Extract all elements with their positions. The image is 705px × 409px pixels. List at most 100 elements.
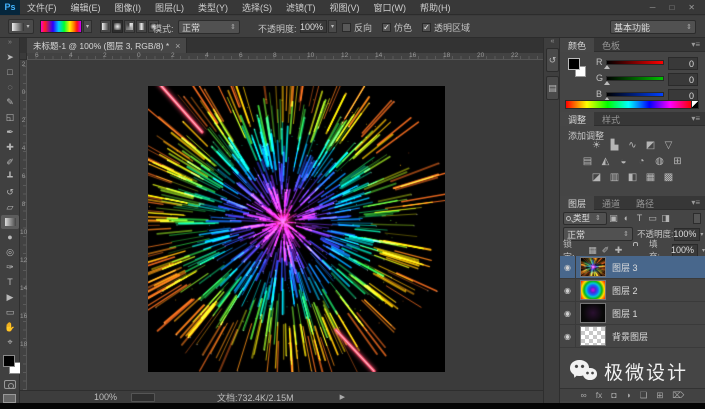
filter-smart-objects-icon[interactable]: ◨ bbox=[659, 213, 672, 224]
layer-row[interactable]: ◉图层 2 bbox=[560, 279, 705, 302]
layer-row[interactable]: ◉背景图层 bbox=[560, 325, 705, 348]
history-panel-button[interactable]: ↺ bbox=[546, 48, 559, 72]
channel-g-slider[interactable] bbox=[606, 76, 664, 81]
delete-layer-icon[interactable]: ⌦ bbox=[672, 390, 684, 401]
tab-color[interactable]: 颜色 bbox=[560, 38, 594, 52]
gradient-preview[interactable] bbox=[40, 20, 82, 33]
workspace-select[interactable]: 基本功能⇕ bbox=[610, 20, 696, 34]
layer-filter-select[interactable]: 类型 ⇕ bbox=[563, 212, 607, 225]
panel-menu-icon[interactable]: ▾≡ bbox=[691, 38, 705, 51]
lock-paint-icon[interactable]: ✐ bbox=[600, 245, 611, 256]
transparency-checkbox[interactable]: ✓透明区域 bbox=[422, 21, 470, 34]
layer-visibility-eye-icon[interactable]: ◉ bbox=[560, 302, 576, 325]
dodge-tool[interactable]: ◎ bbox=[1, 245, 19, 259]
layer-thumbnail-dark[interactable] bbox=[580, 303, 606, 323]
history-brush-tool[interactable]: ↺ bbox=[1, 185, 19, 199]
opacity-arrow[interactable]: ▾ bbox=[328, 20, 337, 33]
lock-all-icon[interactable] bbox=[626, 245, 637, 256]
menu-view[interactable]: 视图(V) bbox=[323, 1, 367, 14]
menu-edit[interactable]: 编辑(E) bbox=[64, 1, 108, 14]
tab-paths[interactable]: 路径 bbox=[628, 196, 662, 210]
black-white-icon[interactable]: ◒ bbox=[618, 156, 630, 168]
channel-mixer-icon[interactable]: ◍ bbox=[654, 156, 666, 168]
layer-row[interactable]: ◉图层 3 bbox=[560, 256, 705, 279]
linear-gradient-button[interactable] bbox=[100, 20, 111, 33]
dither-checkbox[interactable]: ✓仿色 bbox=[382, 21, 412, 34]
brush-tool[interactable]: ✐ bbox=[1, 155, 19, 169]
angle-gradient-button[interactable] bbox=[124, 20, 135, 33]
exposure-icon[interactable]: ◩ bbox=[645, 140, 657, 152]
layer-thumbnail-rainbow[interactable] bbox=[580, 280, 606, 300]
channel-r-slider[interactable] bbox=[606, 60, 664, 65]
reflected-gradient-button[interactable] bbox=[136, 20, 147, 33]
filter-adjustment-layers-icon[interactable]: ◐ bbox=[620, 213, 633, 224]
dock-expand-icon[interactable]: « bbox=[544, 38, 561, 46]
invert-icon[interactable]: ◪ bbox=[591, 172, 603, 184]
filter-toggle-switch[interactable] bbox=[693, 213, 701, 224]
levels-icon[interactable]: ▙ bbox=[609, 140, 621, 152]
clone-stamp-tool[interactable]: ┻ bbox=[1, 170, 19, 184]
channel-r-value[interactable]: 0 bbox=[668, 57, 698, 70]
menu-filter[interactable]: 滤镜(T) bbox=[279, 1, 323, 14]
crop-tool[interactable]: ◱ bbox=[1, 110, 19, 124]
menu-select[interactable]: 选择(S) bbox=[235, 1, 279, 14]
maximize-button[interactable]: □ bbox=[669, 3, 674, 12]
chevron-down-icon[interactable]: ▾ bbox=[700, 231, 703, 238]
photo-filter-icon[interactable]: ◔ bbox=[636, 156, 648, 168]
new-adjustment-layer-icon[interactable]: ◑ bbox=[625, 390, 630, 400]
tab-adjustments[interactable]: 调整 bbox=[560, 112, 594, 126]
layer-row[interactable]: ◉图层 1 bbox=[560, 302, 705, 325]
eraser-tool[interactable]: ▱ bbox=[1, 200, 19, 214]
tab-channels[interactable]: 通道 bbox=[594, 196, 628, 210]
vibrance-icon[interactable]: ▽ bbox=[663, 140, 675, 152]
layer-thumbnail-fireworks[interactable] bbox=[580, 257, 606, 277]
foreground-color-swatch[interactable] bbox=[3, 355, 15, 367]
tool-preset-dropdown[interactable]: ▾ bbox=[8, 19, 34, 34]
menu-file[interactable]: 文件(F) bbox=[20, 1, 64, 14]
rectangle-tool[interactable]: ▭ bbox=[1, 305, 19, 319]
posterize-icon[interactable]: ▥ bbox=[609, 172, 621, 184]
path-selection-tool[interactable]: ▶ bbox=[1, 290, 19, 304]
layer-fill-value[interactable]: 100% bbox=[672, 244, 698, 257]
link-layers-icon[interactable]: ∞ bbox=[581, 390, 587, 400]
tab-styles[interactable]: 样式 bbox=[594, 112, 628, 126]
panel-menu-icon[interactable]: ▾≡ bbox=[691, 196, 705, 209]
gradient-picker-arrow[interactable]: ▾ bbox=[83, 20, 92, 33]
channel-g-value[interactable]: 0 bbox=[668, 73, 698, 86]
move-tool[interactable]: ➤ bbox=[1, 50, 19, 64]
spectrum-bw-swatch[interactable] bbox=[691, 100, 699, 109]
blur-tool[interactable]: ● bbox=[1, 230, 19, 244]
color-balance-icon[interactable]: ◭ bbox=[600, 156, 612, 168]
gradient-tool[interactable] bbox=[1, 215, 19, 229]
menu-help[interactable]: 帮助(H) bbox=[413, 1, 458, 14]
menu-layer[interactable]: 图层(L) bbox=[148, 1, 191, 14]
color-lookup-icon[interactable]: ⊞ bbox=[672, 156, 684, 168]
pen-tool[interactable]: ✑ bbox=[1, 260, 19, 274]
zoom-tool[interactable]: ⌖ bbox=[1, 335, 19, 349]
selective-color-icon[interactable]: ▦ bbox=[645, 172, 657, 184]
lock-transparency-icon[interactable]: ▦ bbox=[587, 245, 598, 256]
eyedropper-tool[interactable]: ✒ bbox=[1, 125, 19, 139]
layer-visibility-eye-icon[interactable]: ◉ bbox=[560, 256, 576, 279]
lasso-tool[interactable]: ◌ bbox=[1, 80, 19, 94]
layer-thumbnail-checker[interactable] bbox=[580, 326, 606, 346]
panel-menu-icon[interactable]: ▾≡ bbox=[691, 112, 705, 125]
slider-thumb[interactable] bbox=[604, 65, 610, 69]
zoom-level[interactable]: 100% bbox=[94, 392, 117, 402]
color-spectrum-bar[interactable] bbox=[565, 100, 692, 109]
tab-layers[interactable]: 图层 bbox=[560, 196, 594, 210]
new-group-icon[interactable]: ❏ bbox=[640, 390, 648, 401]
channel-b-slider[interactable] bbox=[606, 92, 664, 97]
brightness-contrast-icon[interactable]: ☀ bbox=[591, 140, 603, 152]
layer-visibility-eye-icon[interactable]: ◉ bbox=[560, 325, 576, 348]
reverse-checkbox[interactable]: 反向 bbox=[342, 21, 372, 34]
filter-shape-layers-icon[interactable]: ▭ bbox=[646, 213, 659, 224]
menu-image[interactable]: 图像(I) bbox=[108, 1, 149, 14]
close-button[interactable]: ✕ bbox=[688, 3, 695, 12]
gradient-map-icon[interactable]: ▩ bbox=[663, 172, 675, 184]
menu-type[interactable]: 类型(Y) bbox=[191, 1, 235, 14]
layer-style-icon[interactable]: fx bbox=[596, 390, 603, 400]
rectangular-marquee-tool[interactable]: □ bbox=[1, 65, 19, 79]
type-tool[interactable]: T bbox=[1, 275, 19, 289]
blend-mode-select[interactable]: 正常⇕ bbox=[178, 20, 240, 34]
